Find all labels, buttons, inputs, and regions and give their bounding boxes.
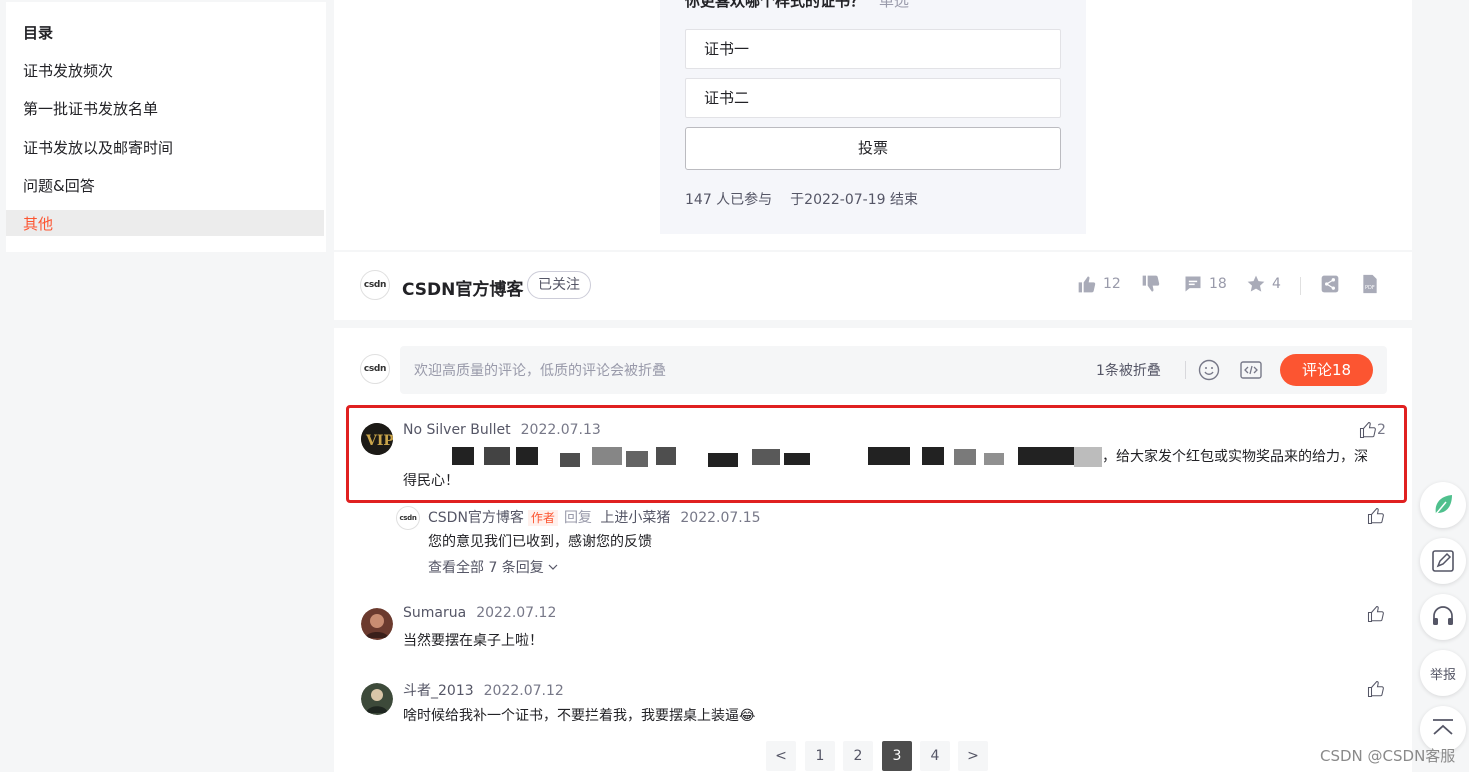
avatar[interactable]: [361, 608, 393, 640]
user-photo-icon: [361, 608, 393, 640]
side-report-button[interactable]: 举报: [1420, 650, 1466, 696]
comment-3-text: 当然要摆在桌子上啦！: [403, 633, 543, 649]
highlight-box: [346, 405, 1407, 503]
thumbs-up-outline-icon: [1367, 605, 1384, 623]
thumbs-up-outline-icon: [1367, 680, 1384, 698]
favorite-count: 4: [1272, 276, 1281, 292]
comment-4-like-button[interactable]: [1367, 680, 1385, 698]
pager-prev[interactable]: <: [766, 741, 796, 771]
thumbs-up-outline-icon: [1367, 507, 1384, 525]
user-photo-icon: [361, 683, 393, 715]
reply-word: 回复: [563, 510, 592, 526]
dislike-button[interactable]: [1141, 274, 1167, 294]
author-name[interactable]: CSDN官方博客: [402, 275, 523, 300]
leaf-icon: [1435, 495, 1452, 515]
vote-option-2[interactable]: 证书二: [685, 78, 1061, 118]
emoji-icon[interactable]: [1197, 358, 1221, 382]
vote-submit-button[interactable]: 投票: [685, 127, 1061, 170]
code-icon[interactable]: [1239, 358, 1263, 382]
view-all-replies-label: 查看全部 7 条回复: [428, 560, 544, 576]
comment-3-date: 2022.07.12: [476, 605, 557, 621]
pdf-download-button[interactable]: PDF: [1360, 274, 1386, 294]
share-icon: [1321, 275, 1339, 293]
view-all-replies-link[interactable]: 查看全部 7 条回复: [428, 557, 558, 577]
toc-item-frequency[interactable]: 证书发放频次: [23, 60, 113, 81]
comment-4-user[interactable]: 斗者_2013: [403, 683, 474, 699]
comment-2-text: 您的意见我们已收到，感谢您的反馈: [428, 534, 652, 550]
comment-submit-button[interactable]: 评论18: [1280, 354, 1373, 386]
table-of-contents: 目录 证书发放频次 第一批证书发放名单 证书发放以及邮寄时间 问题&回答 其他: [6, 2, 326, 252]
svg-text:PDF: PDF: [1365, 285, 1375, 291]
watermark: CSDN @CSDN客服: [1320, 747, 1456, 765]
toc-item-qa[interactable]: 问题&回答: [23, 175, 95, 196]
avatar[interactable]: [361, 683, 393, 715]
comment-2-user[interactable]: CSDN官方博客: [428, 510, 524, 526]
vote-option-1[interactable]: 证书一: [685, 29, 1061, 69]
author-tag: 作者: [527, 510, 558, 526]
toc-item-mail-time[interactable]: 证书发放以及邮寄时间: [23, 137, 173, 158]
comment-4-text: 啥时候给我补一个证书，不要拦着我，我要摆桌上装逼😂: [403, 708, 756, 724]
current-user-avatar: csdn: [360, 354, 390, 384]
pager-page-2[interactable]: 2: [843, 741, 873, 771]
reply-avatar[interactable]: csdn: [396, 506, 420, 530]
thumbs-down-icon: [1142, 275, 1160, 292]
comment-count: 18: [1209, 276, 1227, 292]
pager-page-4[interactable]: 4: [920, 741, 950, 771]
toc-title: 目录: [23, 24, 54, 42]
comment-icon: [1185, 276, 1201, 292]
side-support-button[interactable]: [1420, 594, 1466, 640]
vote-deadline: 于2022-07-19 结束: [790, 192, 918, 208]
comment-3-like-button[interactable]: [1367, 605, 1385, 623]
pager-page-3[interactable]: 3: [882, 741, 912, 771]
like-button[interactable]: 12: [1077, 274, 1121, 294]
comment-2-like-button[interactable]: [1367, 507, 1385, 525]
vote-participants: 147 人已参与: [685, 192, 773, 208]
favorite-button[interactable]: 4: [1246, 274, 1281, 294]
pdf-icon: PDF: [1363, 274, 1377, 294]
comment-4-date: 2022.07.12: [483, 683, 564, 699]
side-edit-button[interactable]: [1420, 538, 1466, 584]
article-vote-section: 你更喜欢哪个样式的证书？ 单选 证书一 证书二 投票 147 人已参与 于2022-…: [334, 0, 1412, 250]
comment-3-header: Sumarua 2022.07.12: [403, 605, 556, 621]
toc-item-first-batch[interactable]: 第一批证书发放名单: [23, 98, 158, 119]
author-avatar[interactable]: csdn: [360, 270, 390, 300]
pager-next[interactable]: >: [958, 741, 988, 771]
chevron-down-icon: [548, 564, 558, 570]
author-toolbar: csdn CSDN官方博客 已关注 12 18 4 PDF: [334, 252, 1412, 320]
vote-question-text: 你更喜欢哪个样式的证书？: [685, 0, 866, 10]
comment-count-button[interactable]: 18: [1183, 274, 1227, 294]
pager-page-1[interactable]: 1: [805, 741, 835, 771]
vote-box: 你更喜欢哪个样式的证书？ 单选 证书一 证书二 投票 147 人已参与 于2022-…: [660, 0, 1086, 234]
star-icon: [1247, 275, 1265, 292]
comment-2-reply-to[interactable]: 上进小菜猪: [600, 510, 670, 526]
comment-2-date: 2022.07.15: [680, 510, 761, 526]
comment-placeholder: 欢迎高质量的评论，低质的评论会被折叠: [414, 363, 666, 379]
edit-icon: [1432, 550, 1454, 572]
comment-input[interactable]: 欢迎高质量的评论，低质的评论会被折叠 1条被折叠 评论18: [400, 346, 1387, 394]
comment-2-header: CSDN官方博客 作者 回复 上进小菜猪 2022.07.15: [428, 507, 761, 527]
vote-type: 单选: [879, 0, 910, 10]
back-to-top-icon: [1433, 719, 1453, 735]
vote-question: 你更喜欢哪个样式的证书？ 单选: [685, 0, 909, 11]
vote-meta: 147 人已参与 于2022-07-19 结束: [685, 189, 936, 209]
toolbar-divider: [1300, 277, 1301, 295]
toc-item-other[interactable]: 其他: [23, 213, 53, 234]
headset-icon: [1433, 606, 1453, 625]
like-count: 12: [1103, 276, 1121, 292]
side-leaf-button[interactable]: [1420, 482, 1466, 528]
share-button[interactable]: [1320, 274, 1346, 294]
toc-active-background: [6, 210, 324, 236]
folded-comments-link[interactable]: 1条被折叠: [1096, 360, 1161, 380]
comment-4-header: 斗者_2013 2022.07.12: [403, 680, 564, 700]
thumbs-up-icon: [1078, 276, 1096, 293]
comment-input-divider: [1185, 361, 1186, 379]
comment-3-user[interactable]: Sumarua: [403, 605, 466, 621]
follow-button[interactable]: 已关注: [527, 271, 591, 299]
